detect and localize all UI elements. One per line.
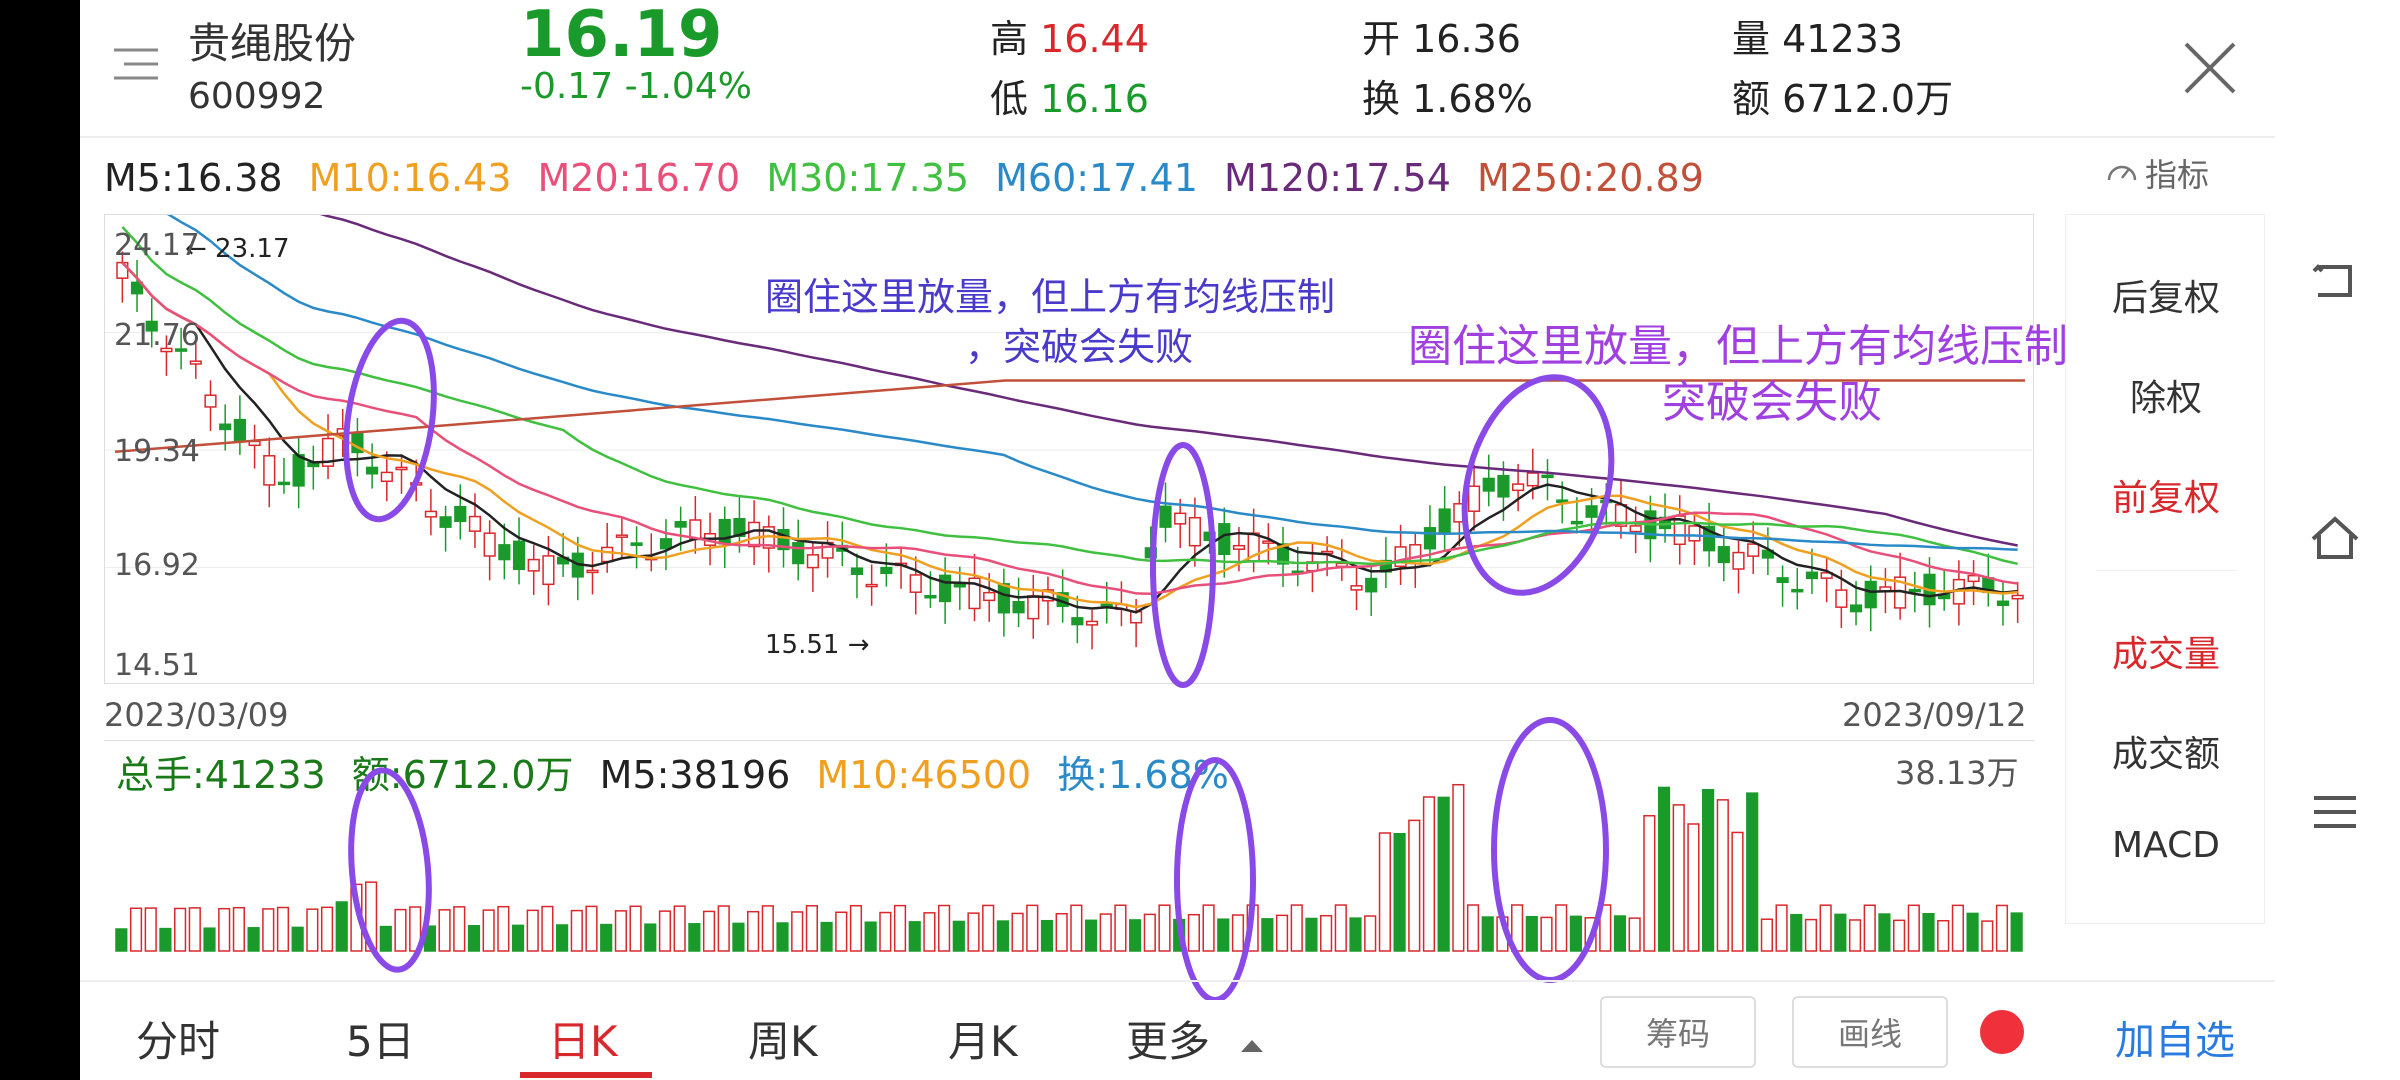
recents-icon[interactable] [2305, 782, 2365, 842]
tab-weekly-k[interactable]: 周K [748, 1008, 818, 1069]
circle-1 [343, 317, 437, 523]
circle-4 [348, 767, 432, 973]
stock-detail-screen: 贵绳股份 600992 16.19 -0.17 -1.04% 高 16.44 低… [80, 0, 2275, 1080]
back-icon[interactable] [2305, 252, 2365, 312]
active-tab-underline [520, 1072, 652, 1078]
circle-3 [1461, 374, 1615, 596]
tab-monthly-k[interactable]: 月K [948, 1008, 1018, 1069]
tab-more[interactable]: 更多 [1126, 1008, 1267, 1069]
home-icon[interactable] [2305, 508, 2365, 568]
circle-2 [1150, 442, 1216, 688]
left-system-bar [0, 0, 80, 1080]
tab-5day[interactable]: 5日 [346, 1008, 415, 1069]
bottom-divider [80, 980, 2275, 982]
draw-line-button[interactable]: 画线 [1792, 996, 1948, 1068]
system-nav-bar [2275, 0, 2400, 1080]
record-dot-icon[interactable] [1980, 1010, 2024, 1054]
tab-daily-k[interactable]: 日K [548, 1008, 618, 1069]
caret-up-icon [1241, 1040, 1264, 1052]
add-to-watchlist-button[interactable]: 加自选 [2115, 1008, 2235, 1066]
annotation-circles [343, 317, 1615, 1000]
chips-button[interactable]: 筹码 [1600, 996, 1756, 1068]
tab-intraday[interactable]: 分时 [136, 1008, 220, 1069]
circle-6 [1491, 717, 1609, 983]
circle-5 [1174, 757, 1256, 1000]
